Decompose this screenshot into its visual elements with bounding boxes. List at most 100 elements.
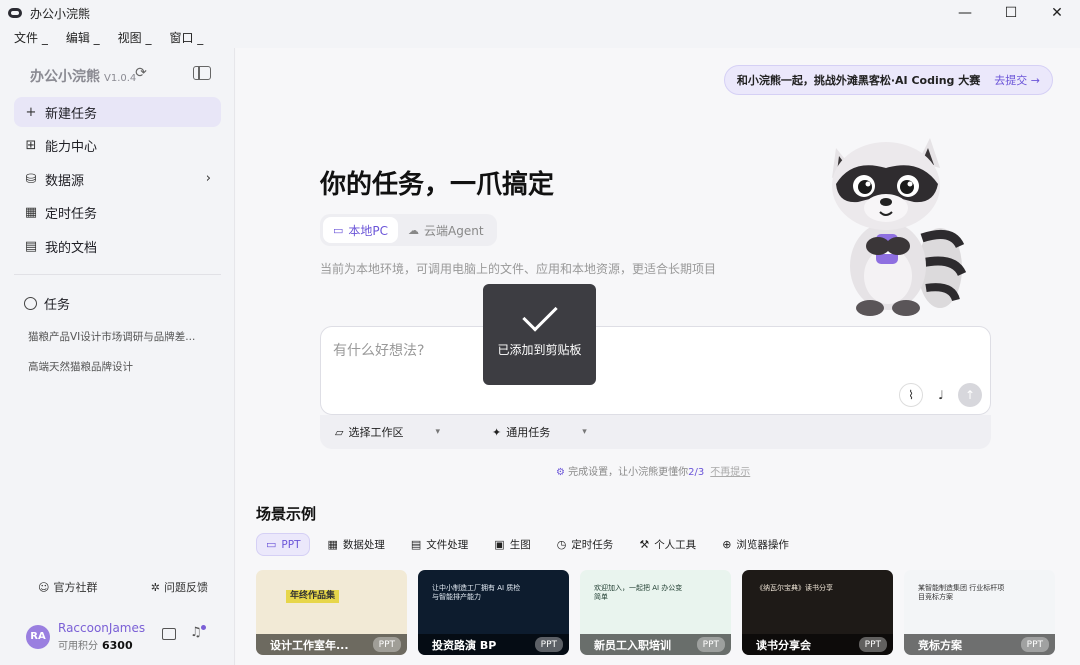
toast-message: 已添加到剪贴板 — [497, 343, 582, 357]
scene-card[interactable]: 年终作品集 设计工作室年... PPT — [256, 570, 407, 655]
tab-data-processing-label: 数据处理 — [342, 539, 385, 551]
sidebar-item-label: 新建任务 — [45, 106, 98, 122]
mode-switch: ▭ 本地PC ☁ 云端Agent — [320, 214, 497, 246]
card-tag: PPT — [372, 637, 401, 652]
tab-ppt[interactable]: ▭ PPT — [256, 533, 311, 556]
task-item[interactable]: 高端天然猫粮品牌设计 — [28, 359, 208, 374]
workspace-select[interactable]: ▱ 选择工作区 ▾ — [335, 424, 466, 440]
check-icon — [521, 296, 558, 332]
sidebar-item-label: 我的文档 — [45, 240, 98, 256]
bell-icon[interactable]: ♫ — [190, 625, 206, 640]
setup-tip: ⚙ 完成设置，让小浣熊更懂你2/3 不再提示 — [556, 463, 750, 478]
card-tag: PPT — [696, 637, 725, 652]
promo-banner[interactable]: 和小浣熊一起，挑战外滩黑客松·AI Coding 大赛 去提交 → — [723, 65, 1053, 95]
scene-card[interactable]: 让中小制造工厂拥有 AI 质检与智能排产能力 投资路演 BP PPT — [418, 570, 569, 655]
monitor-icon: ▭ — [266, 538, 277, 551]
scene-card[interactable]: 《纳瓦尔宝典》读书分享 读书分享会 PPT — [742, 570, 893, 655]
menu-view[interactable]: 视图 _ — [118, 29, 152, 46]
community-link[interactable]: ☺ 官方社群 — [38, 579, 97, 595]
prompt-input[interactable]: 有什么好想法? — [333, 340, 424, 360]
sidebar-item-documents[interactable]: ▤ 我的文档 — [14, 231, 221, 261]
tab-local-pc[interactable]: ▭ 本地PC — [323, 217, 399, 243]
raccoon-mascot-illustration — [832, 138, 967, 316]
tab-cloud-agent[interactable]: ☁ 云端Agent — [398, 217, 494, 243]
window-title: 办公小浣熊 — [30, 6, 91, 21]
tab-scheduled[interactable]: ◷ 定时任务 — [548, 533, 623, 556]
sparkle-icon: ✦ — [492, 425, 502, 439]
feedback-label: 问题反馈 — [164, 581, 208, 594]
chevron-right-icon: › — [205, 171, 211, 186]
menu-edit[interactable]: 编辑 _ — [66, 29, 100, 46]
user-profile[interactable]: RA RaccoonJames 可用积分 6300 — [26, 621, 145, 652]
user-credits: 可用积分 6300 — [58, 637, 145, 652]
card-thumbnail-text: 《纳瓦尔宝典》读书分享 — [756, 584, 833, 592]
sidebar-item-label: 定时任务 — [45, 207, 98, 222]
task-item[interactable]: 猫粮产品VI设计市场调研与品牌差... — [28, 329, 208, 344]
card-caption-text: 竞标方案 — [918, 638, 962, 652]
card-caption-text: 新员工入职培训 — [594, 638, 671, 652]
menu-file[interactable]: 文件 _ — [14, 29, 48, 46]
task-icon — [24, 297, 37, 310]
tab-image-gen[interactable]: ▣ 生图 — [485, 533, 539, 556]
grid-icon: ⊞ — [25, 138, 37, 153]
tab-local-pc-label: 本地PC — [348, 223, 389, 238]
sidebar-nav: + 新建任务 ⊞ 能力中心 ⛁ 数据源 › ▦ 定时任务 ▤ 我的文档 — [14, 97, 221, 265]
card-tag: PPT — [534, 637, 563, 652]
credit-label: 可用积分 — [58, 641, 98, 652]
banner-submit-link[interactable]: 去提交 → — [994, 72, 1040, 88]
tab-personal-tools[interactable]: ⚒ 个人工具 — [630, 533, 705, 556]
tab-file-processing[interactable]: ▤ 文件处理 — [402, 533, 477, 556]
close-button[interactable]: ✕ — [1034, 0, 1080, 26]
document-icon: ▤ — [24, 238, 38, 254]
send-arrow-icon[interactable]: ↑ — [958, 383, 982, 407]
chevron-down-icon: ▾ — [435, 427, 440, 437]
sidebar-item-label: 数据源 — [45, 173, 85, 189]
sidebar-item-scheduled[interactable]: ▦ 定时任务 — [14, 198, 221, 228]
image-icon: ▣ — [494, 538, 505, 551]
tab-data-processing[interactable]: ▦ 数据处理 — [318, 533, 393, 556]
book-icon[interactable] — [162, 628, 176, 640]
table-icon: ▦ — [327, 538, 338, 551]
plus-icon: + — [25, 104, 37, 120]
tasks-heading: 任务 — [24, 294, 70, 313]
tab-cloud-agent-label: 云端Agent — [424, 223, 484, 238]
scene-cards: 年终作品集 设计工作室年... PPT 让中小制造工厂拥有 AI 质检与智能排产… — [256, 570, 1066, 655]
card-caption-text: 投资路演 BP — [432, 638, 497, 652]
dismiss-tip-link[interactable]: 不再提示 — [710, 467, 750, 478]
scene-card[interactable]: 欢迎加入，一起把 AI 办公变简单 新员工入职培训 PPT — [580, 570, 731, 655]
minimize-button[interactable]: — — [942, 0, 988, 26]
calendar-icon: ▦ — [24, 205, 38, 220]
maximize-button[interactable]: ☐ — [988, 0, 1034, 26]
scenes-title: 场景示例 — [256, 505, 317, 523]
globe-icon: ⊕ — [722, 538, 732, 551]
paperclip-icon[interactable]: ⌇ — [899, 383, 923, 407]
sidebar-divider — [14, 274, 221, 275]
scene-card[interactable]: 某智能制造集团 行业标杆项目竞标方案 竞标方案 PPT — [904, 570, 1055, 655]
sidebar-item-datasource[interactable]: ⛁ 数据源 › — [14, 164, 221, 194]
prompt-input-card[interactable]: 有什么好想法? ⌇ ♩ ↑ — [320, 326, 991, 415]
setup-progress: 2/3 — [688, 467, 705, 478]
tab-browser-label: 浏览器操作 — [736, 539, 789, 551]
sidebar-item-capabilities[interactable]: ⊞ 能力中心 — [14, 131, 221, 161]
tasks-heading-label: 任务 — [44, 298, 71, 313]
sidebar-item-new-task[interactable]: + 新建任务 — [14, 97, 221, 127]
credit-value: 6300 — [102, 639, 133, 652]
avatar[interactable]: RA — [26, 624, 50, 649]
workspace-select-label: 选择工作区 — [348, 426, 404, 439]
microphone-icon[interactable]: ♩ — [929, 383, 953, 407]
task-type-select[interactable]: ✦ 通用任务 ▾ — [492, 424, 613, 440]
refresh-icon[interactable]: ⟳ — [132, 64, 150, 82]
tab-personal-tools-label: 个人工具 — [654, 539, 697, 551]
chat-icon: ☺ — [38, 581, 50, 594]
hero-subtitle: 当前为本地环境，可调用电脑上的文件、应用和本地资源，更适合长期项目 — [320, 262, 717, 276]
banner-text: 和小浣熊一起，挑战外滩黑客松·AI Coding 大赛 — [736, 74, 981, 87]
menu-window[interactable]: 窗口 _ — [169, 29, 203, 46]
sidebar-toggle-icon[interactable] — [193, 66, 211, 80]
menu-bar: 文件 _ 编辑 _ 视图 _ 窗口 _ — [0, 26, 1080, 48]
tab-browser[interactable]: ⊕ 浏览器操作 — [713, 533, 798, 556]
sidebar: 办公小浣熊 V1.0.4 ⟳ + 新建任务 ⊞ 能力中心 ⛁ 数据源 › ▦ 定… — [0, 48, 235, 665]
feedback-link[interactable]: ✲ 问题反馈 — [151, 579, 208, 595]
clipboard-toast: 已添加到剪贴板 — [483, 284, 596, 385]
card-tag: PPT — [858, 637, 887, 652]
cloud-icon: ☁ — [408, 223, 420, 237]
